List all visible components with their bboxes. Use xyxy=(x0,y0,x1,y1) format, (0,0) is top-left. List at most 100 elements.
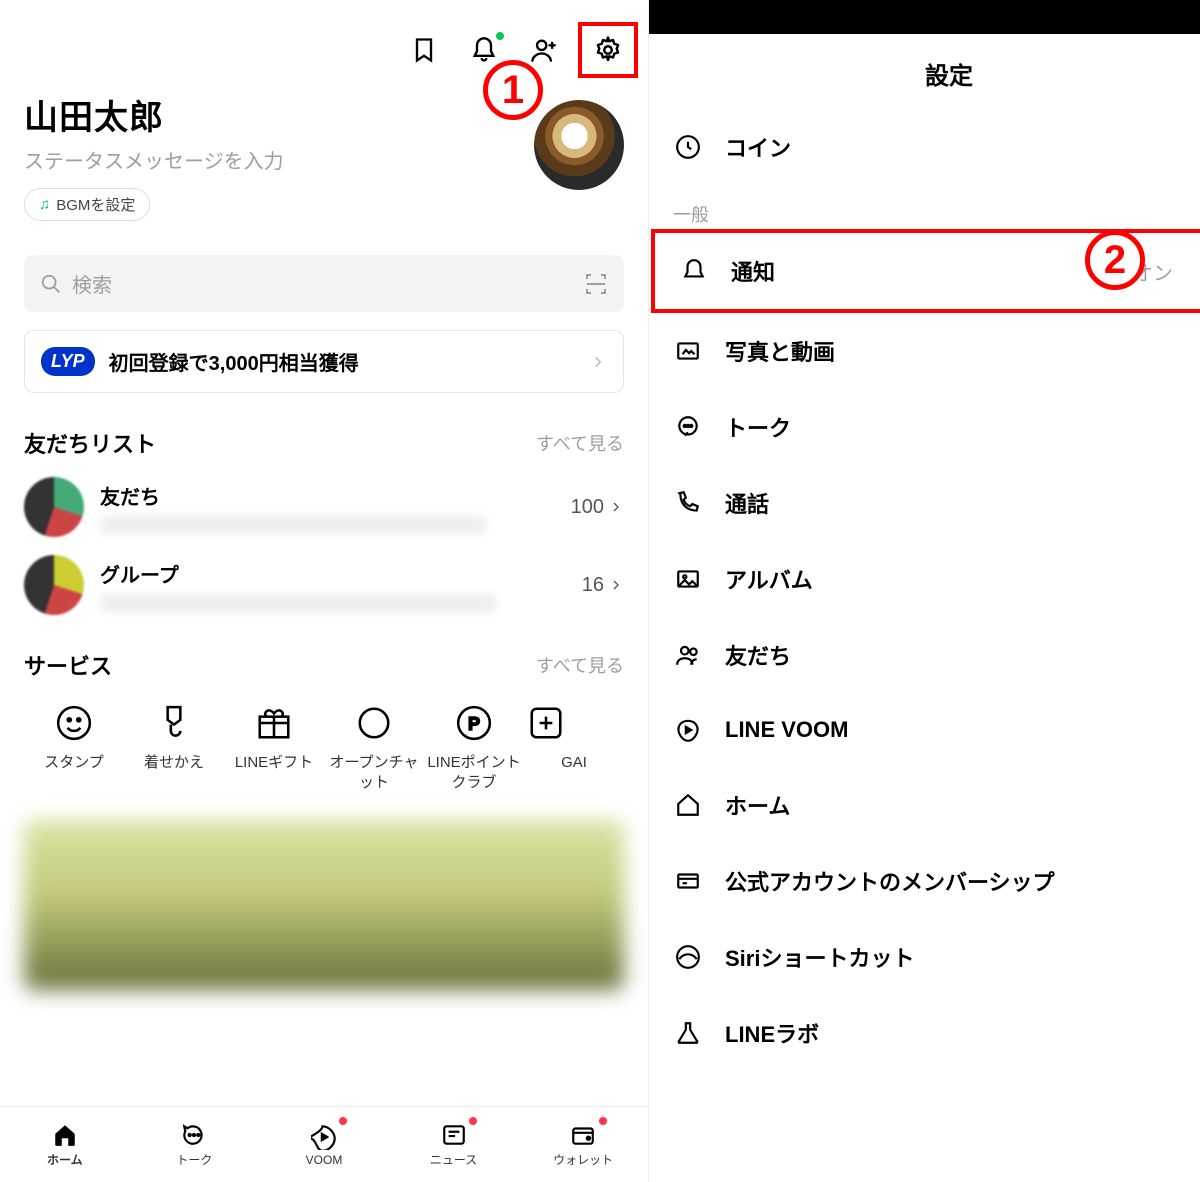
settings-row-talk[interactable]: トーク xyxy=(649,389,1200,465)
tab-label: ホーム xyxy=(47,1151,83,1168)
service-label: LINEポイントクラブ xyxy=(424,753,524,792)
tab-label: VOOM xyxy=(306,1153,343,1167)
chevron-right-icon xyxy=(589,353,607,371)
qr-scan-icon[interactable] xyxy=(584,272,608,296)
service-openchat[interactable]: オープンチャット xyxy=(324,701,424,792)
tab-home[interactable]: ホーム xyxy=(0,1107,130,1182)
openchat-icon xyxy=(352,701,396,745)
settings-row-label: ホーム xyxy=(725,789,790,821)
status-bar xyxy=(649,0,1200,34)
settings-row-album[interactable]: アルバム xyxy=(649,541,1200,617)
friends-avatar-icon xyxy=(24,477,84,537)
service-stamp[interactable]: スタンプ xyxy=(24,701,124,792)
flask-icon xyxy=(673,1018,703,1048)
tab-voom[interactable]: VOOM xyxy=(259,1107,389,1182)
groups-row-subtitle xyxy=(100,594,496,612)
svg-text:P: P xyxy=(468,713,480,733)
settings-row-membership[interactable]: 公式アカウントのメンバーシップ xyxy=(649,843,1200,919)
annotation-badge-2: 2 xyxy=(1085,230,1145,290)
groups-row[interactable]: グループ 16 xyxy=(24,555,624,615)
settings-row-label: LINEラボ xyxy=(725,1017,819,1049)
settings-button[interactable] xyxy=(578,22,638,78)
groups-avatar-icon xyxy=(24,555,84,615)
annotation-badge-1: 1 xyxy=(483,60,543,120)
settings-row-home[interactable]: ホーム xyxy=(649,767,1200,843)
voom-icon xyxy=(673,715,703,745)
settings-row-label: Siriショートカット xyxy=(725,941,914,973)
services-see-all-link[interactable]: すべて見る xyxy=(536,652,624,678)
chat-icon xyxy=(673,412,703,442)
service-themes[interactable]: 着せかえ xyxy=(124,701,224,792)
search-placeholder: 検索 xyxy=(72,269,112,298)
settings-row-friends[interactable]: 友だち xyxy=(649,617,1200,693)
service-more[interactable]: GAI xyxy=(524,701,624,792)
bgm-label: BGMを設定 xyxy=(56,194,135,215)
friends-see-all-link[interactable]: すべて見る xyxy=(536,430,624,456)
gift-icon xyxy=(252,701,296,745)
service-label: オープンチャット xyxy=(324,753,424,792)
tab-label: ウォレット xyxy=(553,1151,613,1168)
service-gift[interactable]: LINEギフト xyxy=(224,701,324,792)
home-icon xyxy=(673,790,703,820)
tab-wallet[interactable]: ウォレット xyxy=(518,1107,648,1182)
notification-dot-icon xyxy=(599,1117,607,1125)
promo-banner[interactable] xyxy=(24,820,624,990)
profile-avatar[interactable] xyxy=(534,100,624,190)
settings-row-label: LINE VOOM xyxy=(725,717,848,743)
add-friend-icon[interactable] xyxy=(528,34,560,66)
album-icon xyxy=(673,564,703,594)
groups-count: 16 xyxy=(582,574,604,597)
gear-icon xyxy=(592,34,624,66)
lyp-promo-text: 初回登録で3,000円相当獲得 xyxy=(109,347,359,376)
service-label: 着せかえ xyxy=(124,753,224,773)
settings-row-coin[interactable]: コイン xyxy=(649,109,1200,185)
tab-news[interactable]: ニュース xyxy=(389,1107,519,1182)
settings-row-voom[interactable]: LINE VOOM xyxy=(649,693,1200,767)
card-icon xyxy=(673,866,703,896)
settings-row-label: 通知 xyxy=(731,255,775,287)
search-input[interactable]: 検索 xyxy=(24,255,624,312)
coin-icon xyxy=(673,132,703,162)
brush-icon xyxy=(152,701,196,745)
settings-row-label: トーク xyxy=(725,411,791,443)
tab-talk[interactable]: トーク xyxy=(130,1107,260,1182)
play-icon xyxy=(310,1123,338,1151)
friends-section-title: 友だちリスト xyxy=(24,427,156,459)
settings-row-labs[interactable]: LINEラボ xyxy=(649,995,1200,1071)
service-label: LINEギフト xyxy=(224,753,324,773)
point-icon: P xyxy=(452,701,496,745)
settings-row-label: コイン xyxy=(725,131,791,163)
friends-count: 100 xyxy=(571,496,604,519)
settings-row-call[interactable]: 通話 xyxy=(649,465,1200,541)
tab-bar: ホーム トーク VOOM ニュース ウォレット xyxy=(0,1106,648,1182)
service-label: スタンプ xyxy=(24,753,124,773)
groups-row-title: グループ xyxy=(100,559,566,588)
settings-row-label: 公式アカウントのメンバーシップ xyxy=(725,865,1055,897)
siri-icon xyxy=(673,942,703,972)
tab-label: トーク xyxy=(176,1151,212,1168)
settings-row-siri[interactable]: Siriショートカット xyxy=(649,919,1200,995)
settings-row-label: 通話 xyxy=(725,487,769,519)
bgm-button[interactable]: ♫ BGMを設定 xyxy=(24,188,150,221)
music-note-icon: ♫ xyxy=(39,196,50,213)
bookmark-icon[interactable] xyxy=(408,34,440,66)
settings-row-label: 友だち xyxy=(725,639,791,671)
settings-section-general: 一般 xyxy=(649,185,1200,229)
home-icon xyxy=(51,1121,79,1149)
lyp-promo-card[interactable]: LYP 初回登録で3,000円相当獲得 xyxy=(24,330,624,393)
chat-icon xyxy=(180,1121,208,1149)
add-icon xyxy=(524,701,568,745)
service-pointclub[interactable]: P LINEポイントクラブ xyxy=(424,701,524,792)
services-section-title: サービス xyxy=(24,649,112,681)
service-label: GAI xyxy=(524,753,624,773)
friends-row[interactable]: 友だち 100 xyxy=(24,477,624,537)
settings-row-photos[interactable]: 写真と動画 xyxy=(649,313,1200,389)
settings-title: 設定 xyxy=(925,63,973,90)
tab-label: ニュース xyxy=(430,1151,477,1168)
settings-row-label: アルバム xyxy=(725,563,813,595)
friends-icon xyxy=(673,640,703,670)
notifications-icon[interactable] xyxy=(468,34,500,66)
search-icon xyxy=(40,273,62,295)
wallet-icon xyxy=(569,1121,597,1149)
settings-row-label: 写真と動画 xyxy=(725,335,835,367)
